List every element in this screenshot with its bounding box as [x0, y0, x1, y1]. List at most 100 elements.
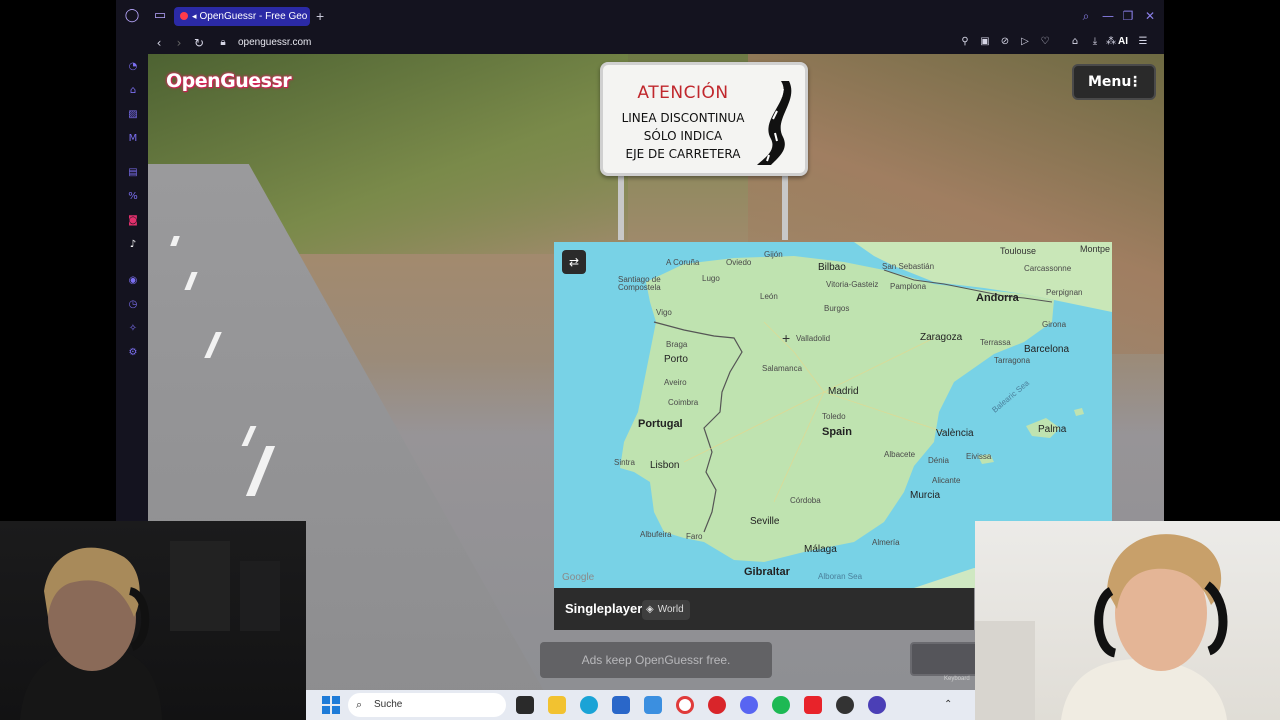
map-label: Albacete — [884, 450, 916, 459]
map-label: Oviedo — [726, 258, 752, 267]
speed-dial-icon[interactable]: ◔ — [126, 60, 140, 74]
sign-title: ATENCIÓN — [637, 83, 729, 103]
map-label: Montpe — [1080, 244, 1111, 254]
map-label: Dénia — [928, 456, 949, 465]
map-label: Seville — [750, 516, 780, 527]
opera-logo-icon[interactable]: ◯ — [124, 8, 140, 24]
address-bar: ‹ › ↻ 🔒︎ openguessr.com ⚲ ▣ ⊘ ▷ ♡ ⌂ ⤓ ⁂ … — [116, 32, 1164, 54]
map-label: Salamanca — [762, 364, 803, 373]
snapshot-icon[interactable]: ▣ — [978, 35, 992, 49]
map-label: Córdoba — [790, 496, 821, 505]
settings-icon[interactable]: ⚙ — [126, 346, 140, 360]
twitch-icon[interactable]: ▤ — [126, 166, 140, 180]
sign-post — [782, 176, 788, 240]
task-view-icon[interactable] — [516, 696, 534, 714]
new-tab-button[interactable]: + — [316, 8, 330, 24]
discord-icon[interactable] — [740, 696, 758, 714]
tiktok-icon[interactable]: ♪ — [126, 238, 140, 252]
map-label: Zaragoza — [920, 332, 963, 343]
opera-taskbar-icon[interactable] — [676, 696, 694, 714]
map-badge[interactable]: ◈ World — [642, 600, 690, 620]
discount-icon[interactable]: % — [126, 190, 140, 204]
map-label: Barcelona — [1024, 344, 1070, 355]
extensions-icon[interactable]: ✧ — [126, 322, 140, 336]
ai-button[interactable]: AI — [1118, 35, 1128, 49]
url-field[interactable]: openguessr.com — [238, 34, 311, 52]
map-label: Porto — [664, 354, 688, 365]
person-left-image — [20, 541, 280, 720]
back-icon[interactable]: ‹ — [150, 34, 168, 52]
layers-icon: ◈ — [646, 604, 654, 615]
map-label: Almería — [872, 538, 900, 547]
map-size-toggle-icon[interactable]: ⇄ — [562, 250, 586, 274]
search-icon: ⌕ — [356, 698, 363, 711]
store-icon[interactable] — [612, 696, 630, 714]
edge-icon[interactable] — [580, 696, 598, 714]
map-label: Murcia — [910, 490, 941, 501]
instagram-icon[interactable]: ◙ — [126, 214, 140, 228]
tray-chevron-icon[interactable]: ⌃ — [944, 696, 952, 714]
map-label: Vitoria-Gasteiz — [826, 280, 879, 289]
reload-icon[interactable]: ↻ — [190, 34, 208, 52]
windows-taskbar: ⌕ Suche ⌃ — [306, 690, 976, 720]
restore-icon[interactable]: ❐ — [1120, 8, 1136, 24]
map-label: Andorra — [976, 292, 1019, 304]
pin-icon[interactable]: ⚲ — [958, 35, 972, 49]
vpn-icon[interactable]: ⌂ — [1068, 35, 1082, 49]
menu-button[interactable]: Menu ⋮ — [1072, 64, 1156, 100]
map-label: València — [936, 428, 974, 439]
outlook-icon[interactable] — [644, 696, 662, 714]
spotify-icon[interactable] — [772, 696, 790, 714]
webcam-right — [975, 521, 1280, 720]
red-app-icon[interactable] — [708, 696, 726, 714]
player-sidebar-icon[interactable]: ◉ — [126, 274, 140, 288]
close-icon[interactable]: ✕ — [1142, 8, 1158, 24]
easy-setup-icon[interactable]: ☰ — [1136, 35, 1150, 49]
game-mode-bar: Singleplayer ◈ World — [554, 588, 974, 630]
map-label: Sintra — [614, 458, 635, 467]
sign-line-1: LINEA DISCONTINUA — [621, 111, 745, 125]
google-attribution: Google — [562, 572, 595, 583]
aria-sidebar-icon[interactable]: ⌂ — [126, 84, 140, 98]
screen: { "browser": { "tab_title": "OpenGuessr … — [0, 0, 1280, 720]
openguessr-logo[interactable]: OpenGuessr — [166, 70, 292, 92]
minimize-icon[interactable]: — — [1100, 8, 1116, 24]
taskbar-search[interactable]: ⌕ Suche — [348, 693, 506, 717]
recorder-icon[interactable] — [804, 696, 822, 714]
tab-openguessr[interactable]: ◂ OpenGuessr - Free Geo — [174, 7, 310, 26]
webcam-left — [0, 521, 306, 720]
search-tabs-icon[interactable]: ⌕ — [1078, 8, 1094, 24]
player-icon[interactable]: ▷ — [1018, 35, 1032, 49]
wallet-icon[interactable]: ▨ — [126, 108, 140, 122]
map-label: Toledo — [822, 412, 846, 421]
map-label: Pamplona — [890, 282, 927, 291]
map-label: Lisbon — [650, 460, 680, 471]
search-placeholder: Suche — [374, 699, 403, 710]
crosshair-cursor-icon: + — [782, 330, 791, 346]
tab-bar: ◯ ▭ ◂ OpenGuessr - Free Geo + ⌕ — ❐ ✕ — [116, 0, 1164, 32]
person-right-image — [975, 534, 1228, 720]
map-label: A Coruña — [666, 258, 700, 267]
map-label: Portugal — [638, 418, 683, 430]
map-label: Alicante — [932, 476, 961, 485]
heart-icon[interactable]: ♡ — [1038, 35, 1052, 49]
workspaces-icon[interactable]: ▭ — [152, 8, 168, 24]
messenger-icon[interactable]: M — [126, 132, 140, 146]
map-label: Madrid — [828, 386, 859, 397]
file-explorer-icon[interactable] — [548, 696, 566, 714]
map-label: Vigo — [656, 308, 672, 317]
map-label: Palma — [1038, 424, 1067, 435]
windows-start-icon[interactable] — [322, 696, 340, 714]
aria-icon[interactable]: ⁂ — [1104, 35, 1118, 49]
app-icon[interactable] — [868, 696, 886, 714]
map-label: Alboran Sea — [818, 572, 863, 581]
adblock-icon[interactable]: ⊘ — [998, 35, 1012, 49]
map-label: Tarragona — [994, 356, 1031, 365]
history-icon[interactable]: ◷ — [126, 298, 140, 312]
forward-icon[interactable]: › — [170, 34, 188, 52]
lock-icon[interactable]: 🔒︎ — [214, 34, 232, 52]
mute-icon[interactable]: ◂ — [192, 12, 197, 22]
menu-label: Menu — [1088, 74, 1132, 90]
download-icon[interactable]: ⤓ — [1088, 35, 1102, 49]
steam-icon[interactable] — [836, 696, 854, 714]
